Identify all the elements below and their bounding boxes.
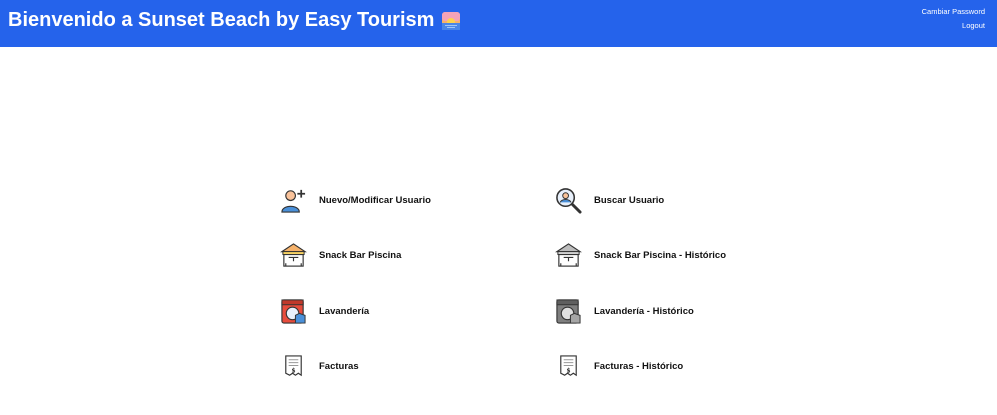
menu-item-new-user[interactable]: Nuevo/Modificar Usuario bbox=[280, 186, 555, 214]
add-user-icon bbox=[281, 189, 306, 213]
top-header: Bienvenido a Sunset Beach by Easy Touris… bbox=[0, 0, 997, 47]
menu-item-laundry[interactable]: Lavandería bbox=[280, 297, 555, 325]
invoice-icon: $ bbox=[285, 355, 302, 377]
laundry-icon bbox=[281, 298, 306, 324]
invoice-history-icon: $ bbox=[560, 355, 577, 377]
menu-item-label: Lavandería - Histórico bbox=[594, 305, 694, 317]
search-user-icon bbox=[556, 187, 582, 214]
menu-item-label: Snack Bar Piscina bbox=[319, 250, 402, 261]
menu-item-label: Facturas - Histórico bbox=[594, 361, 684, 372]
menu-item-snack-bar[interactable]: Snack Bar Piscina bbox=[280, 242, 555, 270]
menu-item-label: Facturas bbox=[319, 361, 359, 372]
menu-item-label: Lavandería bbox=[319, 305, 370, 317]
change-password-link[interactable]: Cambiar Password bbox=[922, 7, 985, 16]
logout-link[interactable]: Logout bbox=[962, 21, 985, 30]
svg-text:$: $ bbox=[291, 368, 295, 374]
menu-item-label: Nuevo/Modificar Usuario bbox=[319, 194, 431, 206]
svg-text:$: $ bbox=[566, 368, 570, 374]
menu-item-search-user[interactable]: Buscar Usuario bbox=[555, 186, 830, 214]
page-title: Bienvenido a Sunset Beach by Easy Touris… bbox=[8, 9, 435, 31]
header-links: Cambiar Password Logout bbox=[922, 7, 985, 30]
snack-bar-history-icon bbox=[555, 243, 582, 267]
menu-item-snack-bar-history[interactable]: Snack Bar Piscina - Histórico bbox=[555, 242, 830, 270]
menu-item-laundry-history[interactable]: Lavandería - Histórico bbox=[555, 297, 830, 325]
menu-item-label: Snack Bar Piscina - Histórico bbox=[594, 250, 726, 261]
menu-item-label: Buscar Usuario bbox=[594, 194, 665, 206]
snack-bar-icon bbox=[280, 243, 307, 267]
menu-item-invoices-history[interactable]: $ Facturas - Histórico bbox=[555, 353, 830, 381]
laundry-history-icon bbox=[556, 298, 581, 324]
brand: Bienvenido a Sunset Beach by Easy Touris… bbox=[8, 9, 461, 32]
sunset-icon bbox=[442, 11, 461, 30]
menu-item-invoices[interactable]: $ Facturas bbox=[280, 353, 555, 381]
main-menu: Nuevo/Modificar Usuario Buscar Usuario S… bbox=[280, 186, 830, 408]
